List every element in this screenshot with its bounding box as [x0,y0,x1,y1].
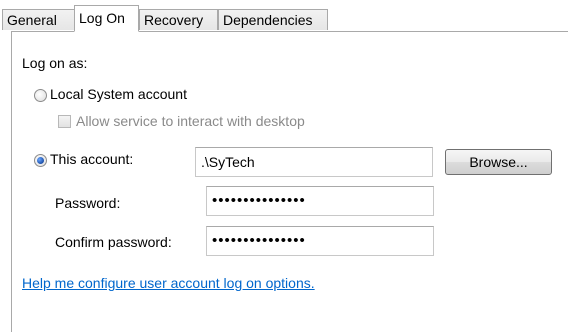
browse-button[interactable]: Browse... [445,149,552,175]
password-input[interactable]: ••••••••••••••• [206,186,434,216]
confirm-password-label: Confirm password: [55,234,172,250]
local-system-radio[interactable] [34,89,47,102]
account-input[interactable]: .\SyTech [195,147,433,177]
tab-log-on[interactable]: Log On [74,5,139,32]
allow-interact-label: Allow service to interact with desktop [76,113,305,129]
this-account-label[interactable]: This account: [50,151,133,167]
this-account-radio[interactable] [34,154,47,167]
help-configure-link[interactable]: Help me configure user account log on op… [22,275,315,291]
log-on-as-heading: Log on as: [22,55,88,71]
tab-general[interactable]: General [2,9,75,30]
password-label: Password: [55,195,121,211]
tab-dependencies[interactable]: Dependencies [218,9,328,30]
tab-strip: General Log On Recovery Dependencies [0,0,568,34]
service-properties-window: General Log On Recovery Dependencies Log… [0,0,568,332]
tab-recovery[interactable]: Recovery [139,9,218,30]
log-on-panel: Log on as: Local System account Allow se… [11,31,568,332]
allow-interact-checkbox[interactable] [58,115,71,128]
confirm-password-input[interactable]: ••••••••••••••• [206,226,434,256]
local-system-label[interactable]: Local System account [50,86,187,102]
